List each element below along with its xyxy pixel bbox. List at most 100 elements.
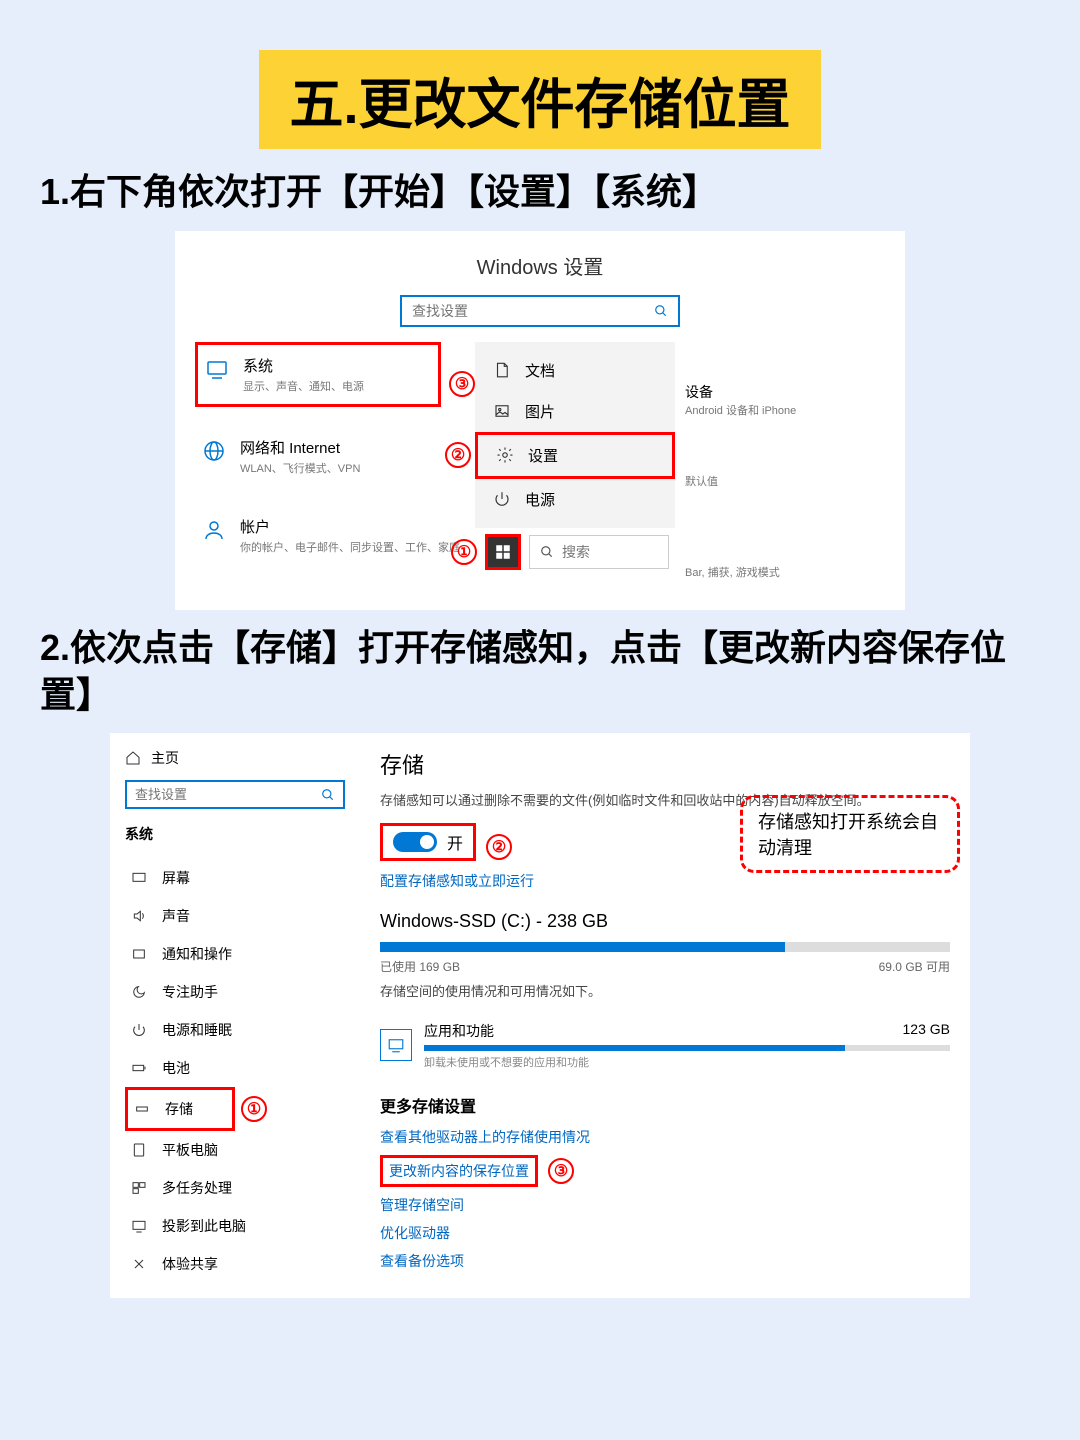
project-icon (131, 1218, 147, 1234)
taskbar-search-label: 搜索 (562, 542, 590, 562)
gear-icon (496, 446, 514, 464)
ws-title: Windows 设置 (195, 251, 885, 280)
windows-settings-panel: Windows 设置 系统 显示、声音、通知、电源 ③ (175, 231, 905, 610)
storage-main: 存储 存储感知可以通过删除不需要的文件(例如临时文件和回收站中的内容)自动释放空… (360, 733, 970, 1298)
step2-text: 2.依次点击【存储】打开存储感知，点击【更改新内容保存位置】 (40, 625, 1040, 719)
system-desc: 显示、声音、通知、电源 (243, 378, 364, 394)
system-section: 系统 (125, 824, 345, 844)
power-icon (131, 1022, 147, 1038)
apps-icon (380, 1029, 412, 1061)
home-label: 主页 (151, 748, 179, 768)
nav-notif-label: 通知和操作 (162, 944, 232, 964)
search-icon (321, 788, 335, 802)
monitor-icon (203, 355, 231, 383)
search-icon (654, 304, 668, 318)
devices-label: 设备 (685, 382, 845, 402)
app-desc: 卸载未使用或不想要的应用和功能 (424, 1054, 950, 1070)
multitask-icon (131, 1180, 147, 1196)
nav-storage[interactable]: 存储 (125, 1087, 235, 1131)
sidebar-search-input[interactable] (135, 787, 305, 802)
apps-row[interactable]: 应用和功能 123 GB 卸载未使用或不想要的应用和功能 (380, 1013, 950, 1078)
home-icon (125, 750, 141, 766)
nav-tablet[interactable]: 平板电脑 (125, 1131, 345, 1169)
app-label: 应用和功能 (424, 1021, 494, 1041)
nav-project-label: 投影到此电脑 (162, 1216, 246, 1236)
menu-docs-label: 文档 (525, 360, 555, 381)
menu-pics-label: 图片 (525, 401, 555, 422)
taskbar-search[interactable]: 搜索 (529, 535, 669, 569)
link-manage[interactable]: 管理存储空间 (380, 1195, 950, 1215)
settings-sidebar: 主页 系统 屏幕 声音 通知和操作 专注助手 电源和睡眠 电池 存储 ① 平板电… (110, 733, 360, 1298)
speaker-icon (131, 908, 147, 924)
auto-clean-note: 存储感知打开系统会自动清理 (740, 795, 960, 873)
nav-display-label: 屏幕 (162, 868, 190, 888)
menu-settings[interactable]: 设置 (475, 432, 675, 479)
page-title-banner: 五.更改文件存储位置 (259, 50, 820, 149)
person-icon (200, 516, 228, 544)
link-other-drives[interactable]: 查看其他驱动器上的存储使用情况 (380, 1127, 950, 1147)
start-button[interactable] (485, 534, 521, 570)
display-icon (131, 870, 147, 886)
nav-battery[interactable]: 电池 (125, 1049, 345, 1087)
search-icon (540, 545, 554, 559)
account-tile[interactable]: 帐户 你的帐户、电子邮件、同步设置、工作、家庭 (195, 506, 475, 565)
network-tile[interactable]: 网络和 Internet WLAN、飞行模式、VPN (195, 427, 475, 486)
config-link[interactable]: 配置存储感知或立即运行 (380, 871, 950, 891)
home-link[interactable]: 主页 (125, 748, 345, 768)
usage-desc: 存储空间的使用情况和可用情况如下。 (380, 983, 950, 1001)
moon-icon (131, 984, 147, 1000)
ws-search-input[interactable] (412, 303, 642, 319)
storage-toggle[interactable] (393, 832, 437, 852)
ws-search-box[interactable] (400, 295, 680, 327)
battery-icon (131, 1060, 147, 1076)
tablet-icon (131, 1142, 147, 1158)
share-icon (131, 1256, 147, 1272)
notification-icon (131, 946, 147, 962)
link-change-save[interactable]: 更改新内容的保存位置 (380, 1155, 538, 1187)
disk-free: 69.0 GB 可用 (879, 958, 950, 975)
nav-storage-label: 存储 (165, 1099, 193, 1119)
menu-settings-label: 设置 (528, 445, 558, 466)
disk-used: 已使用 169 GB (380, 958, 460, 975)
more-settings-title: 更多存储设置 (380, 1093, 950, 1117)
nav-multi-label: 多任务处理 (162, 1178, 232, 1198)
image-icon (493, 402, 511, 420)
marker-1: ① (451, 539, 477, 565)
link-optimize[interactable]: 优化驱动器 (380, 1223, 950, 1243)
app-size: 123 GB (903, 1021, 950, 1041)
storage-title: 存储 (380, 748, 950, 780)
nav-multi[interactable]: 多任务处理 (125, 1169, 345, 1207)
nav-power[interactable]: 电源和睡眠 (125, 1011, 345, 1049)
drive-icon (134, 1101, 150, 1117)
disk-name: Windows-SSD (C:) - 238 GB (380, 911, 950, 932)
nav-notif[interactable]: 通知和操作 (125, 935, 345, 973)
menu-power-label: 电源 (525, 489, 555, 510)
link-backup[interactable]: 查看备份选项 (380, 1251, 950, 1271)
network-label: 网络和 Internet (240, 437, 360, 458)
nav-project[interactable]: 投影到此电脑 (125, 1207, 345, 1245)
globe-icon (200, 437, 228, 465)
nav-focus-label: 专注助手 (162, 982, 218, 1002)
menu-power[interactable]: 电源 (475, 479, 675, 520)
storage-settings-panel: 主页 系统 屏幕 声音 通知和操作 专注助手 电源和睡眠 电池 存储 ① 平板电… (110, 733, 970, 1298)
nav-focus[interactable]: 专注助手 (125, 973, 345, 1011)
power-icon (493, 490, 511, 508)
windows-icon (494, 543, 512, 561)
account-label: 帐户 (240, 516, 460, 537)
nav-sound-label: 声音 (162, 906, 190, 926)
nav-sound[interactable]: 声音 (125, 897, 345, 935)
system-tile[interactable]: 系统 显示、声音、通知、电源 (195, 342, 441, 407)
step1-text: 1.右下角依次打开【开始】【设置】【系统】 (40, 169, 1040, 216)
nav-share[interactable]: 体验共享 (125, 1245, 345, 1283)
storage-sense-toggle-box: 开 (380, 823, 476, 861)
menu-docs[interactable]: 文档 (475, 350, 675, 391)
system-label: 系统 (243, 355, 364, 376)
nav-share-label: 体验共享 (162, 1254, 218, 1274)
nav-display[interactable]: 屏幕 (125, 859, 345, 897)
sidebar-search[interactable] (125, 780, 345, 809)
network-desc: WLAN、飞行模式、VPN (240, 460, 360, 476)
bar-label: Bar, 捕获, 游戏模式 (685, 564, 845, 580)
marker-2b: ② (486, 834, 512, 860)
nav-battery-label: 电池 (162, 1058, 190, 1078)
menu-pics[interactable]: 图片 (475, 391, 675, 432)
